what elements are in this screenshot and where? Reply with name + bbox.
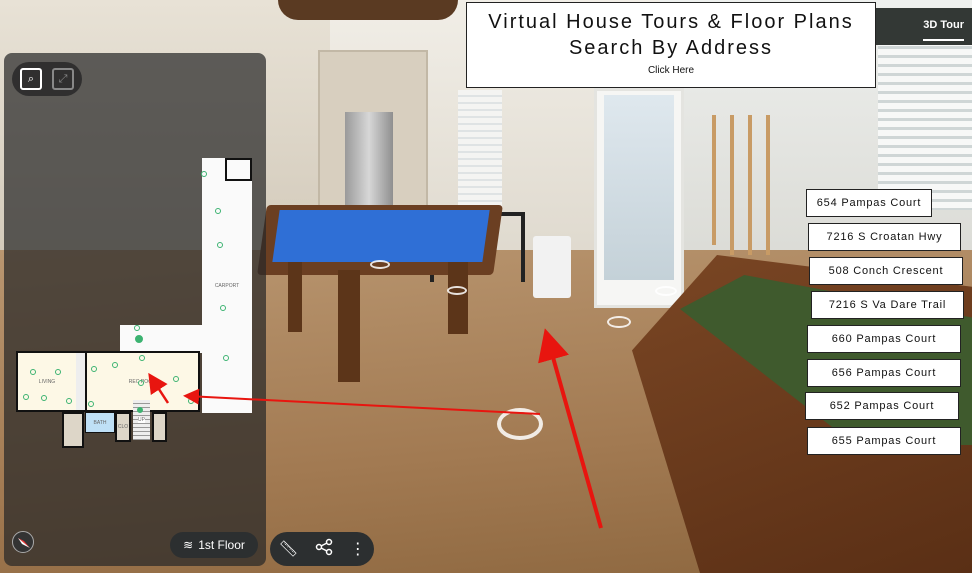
room-label: CLO bbox=[117, 424, 129, 430]
room-storage bbox=[152, 412, 167, 442]
scan-point[interactable] bbox=[173, 376, 179, 382]
scan-point[interactable] bbox=[201, 171, 207, 177]
door-glass bbox=[604, 95, 674, 280]
address-link[interactable]: 656 Pampas Court bbox=[807, 359, 961, 387]
scan-point[interactable] bbox=[223, 355, 229, 361]
scan-point[interactable] bbox=[139, 355, 145, 361]
stairs: UP bbox=[133, 400, 150, 440]
address-link[interactable]: 660 Pampas Court bbox=[807, 325, 961, 353]
scan-point[interactable] bbox=[88, 401, 94, 407]
room-label: BATH bbox=[93, 419, 107, 426]
banner-title: Virtual House Tours & Floor Plans bbox=[488, 11, 854, 33]
refrigerator bbox=[345, 112, 393, 207]
trash-can bbox=[533, 236, 571, 298]
banner-subtitle: Search By Address bbox=[568, 37, 774, 59]
room-label: LIVING bbox=[38, 378, 56, 385]
bottom-toolbar: 📏︎ ⋮ bbox=[270, 532, 374, 566]
minimap-controls: ⌕ ⤢ bbox=[12, 62, 82, 96]
zoom-map-icon[interactable]: ⌕ bbox=[20, 68, 42, 90]
ceiling-fan bbox=[278, 0, 458, 20]
scan-point[interactable] bbox=[138, 380, 144, 386]
scan-point[interactable] bbox=[55, 369, 61, 375]
address-link[interactable]: 7216 S Va Dare Trail bbox=[811, 291, 964, 319]
floor-label: 1st Floor bbox=[198, 538, 245, 552]
pool-table-leg bbox=[288, 262, 302, 332]
current-position bbox=[135, 335, 143, 343]
layers-icon: ≋ bbox=[183, 538, 194, 552]
view-mode-bar: 3D Tour bbox=[876, 8, 972, 45]
pool-table-leg bbox=[448, 262, 468, 334]
scan-point[interactable] bbox=[91, 366, 97, 372]
click-here-link[interactable]: Click Here bbox=[467, 65, 875, 76]
scan-point[interactable] bbox=[217, 242, 223, 248]
room-bath[interactable]: BATH bbox=[85, 412, 115, 433]
room-carport[interactable]: CARPORT bbox=[202, 158, 252, 413]
pool-cue bbox=[730, 115, 734, 255]
tab-3d-tour[interactable]: 3D Tour bbox=[923, 19, 964, 41]
navigation-hotspot[interactable] bbox=[447, 286, 467, 295]
carport-extension bbox=[120, 325, 204, 353]
address-link[interactable]: 655 Pampas Court bbox=[807, 427, 961, 455]
address-link[interactable]: 652 Pampas Court bbox=[805, 392, 959, 420]
share-icon[interactable] bbox=[315, 538, 333, 561]
scan-point[interactable] bbox=[134, 325, 140, 331]
scan-point[interactable] bbox=[30, 369, 36, 375]
room-carport-bath bbox=[225, 158, 252, 181]
scan-point[interactable] bbox=[23, 394, 29, 400]
navigation-hotspot[interactable] bbox=[607, 316, 631, 328]
room-laundry bbox=[62, 412, 84, 448]
pool-table-felt bbox=[272, 210, 490, 262]
scan-point[interactable] bbox=[215, 208, 221, 214]
room-closet[interactable]: CLO bbox=[115, 412, 131, 442]
pool-cue bbox=[748, 115, 752, 255]
more-options-icon[interactable]: ⋮ bbox=[350, 539, 366, 559]
scan-point[interactable] bbox=[112, 362, 118, 368]
measure-ruler-icon[interactable]: 📏︎ bbox=[278, 539, 298, 559]
navigation-hotspot[interactable] bbox=[655, 286, 677, 296]
pool-cue bbox=[712, 115, 716, 245]
pool-table-leg bbox=[338, 270, 360, 382]
scan-point[interactable] bbox=[137, 407, 143, 413]
navigation-hotspot[interactable] bbox=[497, 408, 543, 440]
navigation-hotspot[interactable] bbox=[370, 260, 390, 269]
floor-selector-button[interactable]: ≋ 1st Floor bbox=[170, 532, 258, 558]
room-label: UP bbox=[138, 417, 145, 423]
pool-cue bbox=[766, 115, 770, 255]
fullscreen-icon[interactable]: ⤢ bbox=[52, 68, 74, 90]
compass-icon[interactable] bbox=[12, 531, 34, 553]
tour-search-banner[interactable]: Virtual House Tours & Floor Plans Search… bbox=[466, 2, 876, 88]
address-link[interactable]: 7216 S Croatan Hwy bbox=[808, 223, 961, 251]
window-blinds bbox=[878, 40, 972, 210]
window bbox=[458, 90, 502, 210]
address-link[interactable]: 654 Pampas Court bbox=[806, 189, 932, 217]
scan-point[interactable] bbox=[220, 305, 226, 311]
room-label: CARPORT bbox=[214, 282, 240, 289]
scan-point[interactable] bbox=[188, 398, 194, 404]
address-link[interactable]: 508 Conch Crescent bbox=[809, 257, 963, 285]
scan-point[interactable] bbox=[66, 398, 72, 404]
scan-point[interactable] bbox=[41, 395, 47, 401]
